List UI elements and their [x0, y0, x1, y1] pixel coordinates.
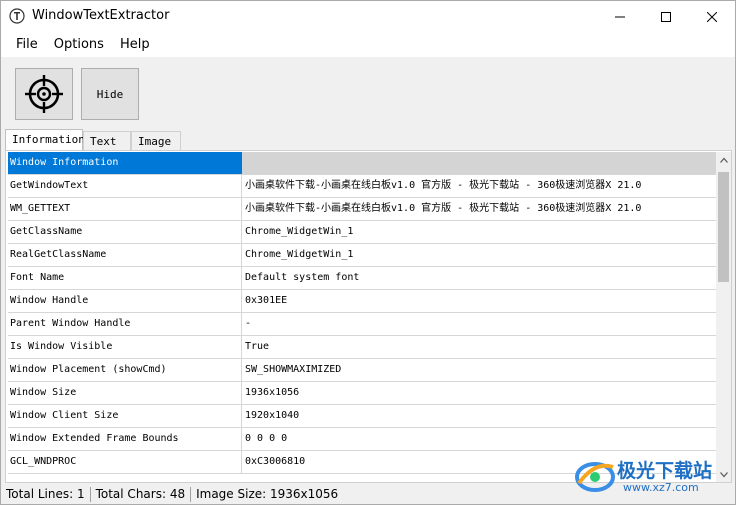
vertical-scrollbar[interactable] — [716, 152, 731, 482]
target-picker-button[interactable] — [15, 68, 73, 120]
table-row[interactable]: Window Placement (showCmd) SW_SHOWMAXIMI… — [8, 359, 716, 382]
property-value: 1936x1056 — [245, 387, 300, 398]
window-title: WindowTextExtractor — [32, 8, 170, 23]
table-row[interactable]: GCL_WNDPROC 0xC3006810 — [8, 451, 716, 474]
menu-bar: File Options Help — [1, 32, 735, 57]
table-row[interactable]: Window Extended Frame Bounds 0 0 0 0 — [8, 428, 716, 451]
property-name: Window Size — [8, 382, 242, 404]
property-name: Window Handle — [8, 290, 242, 312]
menu-options[interactable]: Options — [46, 32, 112, 57]
menu-file[interactable]: File — [8, 32, 46, 57]
property-value: Chrome_WidgetWin_1 — [245, 226, 354, 237]
close-button[interactable] — [689, 1, 735, 32]
table-row[interactable]: Window Size 1936x1056 — [8, 382, 716, 405]
table-row[interactable]: Window Client Size 1920x1040 — [8, 405, 716, 428]
tab-image[interactable]: Image — [131, 131, 181, 150]
table-row[interactable]: GetWindowText 小画桌软件下载-小画桌在线白板v1.0 官方版 - … — [8, 175, 716, 198]
table-row[interactable]: WM_GETTEXT 小画桌软件下载-小画桌在线白板v1.0 官方版 - 极光下… — [8, 198, 716, 221]
status-image-size: Image Size: 1936x1056 — [196, 487, 339, 501]
property-value: SW_SHOWMAXIMIZED — [245, 364, 342, 375]
property-value: 小画桌软件下载-小画桌在线白板v1.0 官方版 - 极光下载站 - 360极速浏… — [245, 180, 642, 191]
property-value: 1920x1040 — [245, 410, 300, 421]
property-name: Is Window Visible — [8, 336, 242, 358]
property-value: - — [245, 318, 252, 329]
chevron-down-icon — [719, 471, 728, 477]
tab-information[interactable]: Information — [5, 129, 85, 150]
minimize-button[interactable] — [597, 1, 643, 32]
property-name: Window Placement (showCmd) — [8, 359, 242, 381]
title-bar: WindowTextExtractor — [1, 1, 735, 32]
scroll-thumb[interactable] — [718, 172, 729, 282]
property-name: RealGetClassName — [8, 244, 242, 266]
close-icon — [707, 11, 717, 22]
property-name: WM_GETTEXT — [8, 198, 242, 220]
table-row[interactable]: Font Name Default system font — [8, 267, 716, 290]
crosshair-icon — [25, 75, 63, 113]
property-value: Default system font — [245, 272, 360, 283]
scroll-down-button[interactable] — [716, 467, 731, 482]
tab-text[interactable]: Text — [83, 131, 131, 150]
property-name: Window Extended Frame Bounds — [8, 428, 242, 450]
header-cell: Window Information — [8, 152, 242, 174]
property-name: Font Name — [8, 267, 242, 289]
table-row[interactable]: Is Window Visible True — [8, 336, 716, 359]
property-value: 0x301EE — [245, 295, 288, 306]
property-value: True — [245, 341, 270, 352]
property-value: 小画桌软件下载-小画桌在线白板v1.0 官方版 - 极光下载站 - 360极速浏… — [245, 203, 642, 214]
info-grid[interactable]: Window Information GetWindowText 小画桌软件下载… — [8, 152, 716, 482]
table-row[interactable]: Parent Window Handle - — [8, 313, 716, 336]
table-header-row[interactable]: Window Information — [8, 152, 716, 175]
status-bar: Total Lines: 1 Total Chars: 48 Image Siz… — [1, 484, 735, 504]
hide-button[interactable]: Hide — [81, 68, 139, 120]
property-name: GetWindowText — [8, 175, 242, 197]
tab-strip: Information Text Image — [5, 129, 181, 150]
table-row[interactable]: GetClassName Chrome_WidgetWin_1 — [8, 221, 716, 244]
app-window: WindowTextExtractor File Options Help Hi… — [0, 0, 736, 505]
maximize-icon — [661, 11, 671, 22]
header-value-cell — [242, 152, 716, 174]
property-name: GCL_WNDPROC — [8, 451, 242, 473]
property-value: Chrome_WidgetWin_1 — [245, 249, 354, 260]
scroll-up-button[interactable] — [716, 152, 731, 167]
property-name: Parent Window Handle — [8, 313, 242, 335]
property-name: GetClassName — [8, 221, 242, 243]
table-row[interactable]: RealGetClassName Chrome_WidgetWin_1 — [8, 244, 716, 267]
menu-help[interactable]: Help — [112, 32, 158, 57]
status-total-lines: Total Lines: 1 — [6, 487, 85, 501]
status-total-chars: Total Chars: 48 — [95, 487, 186, 501]
property-value: 0xC3006810 — [245, 456, 306, 467]
information-panel: Window Information GetWindowText 小画桌软件下载… — [5, 150, 732, 483]
table-row[interactable]: Window Handle 0x301EE — [8, 290, 716, 313]
maximize-button[interactable] — [643, 1, 689, 32]
minimize-icon — [615, 16, 625, 17]
chevron-up-icon — [719, 157, 728, 163]
property-name: Window Client Size — [8, 405, 242, 427]
app-icon — [9, 8, 25, 24]
property-value: 0 0 0 0 — [245, 433, 288, 444]
